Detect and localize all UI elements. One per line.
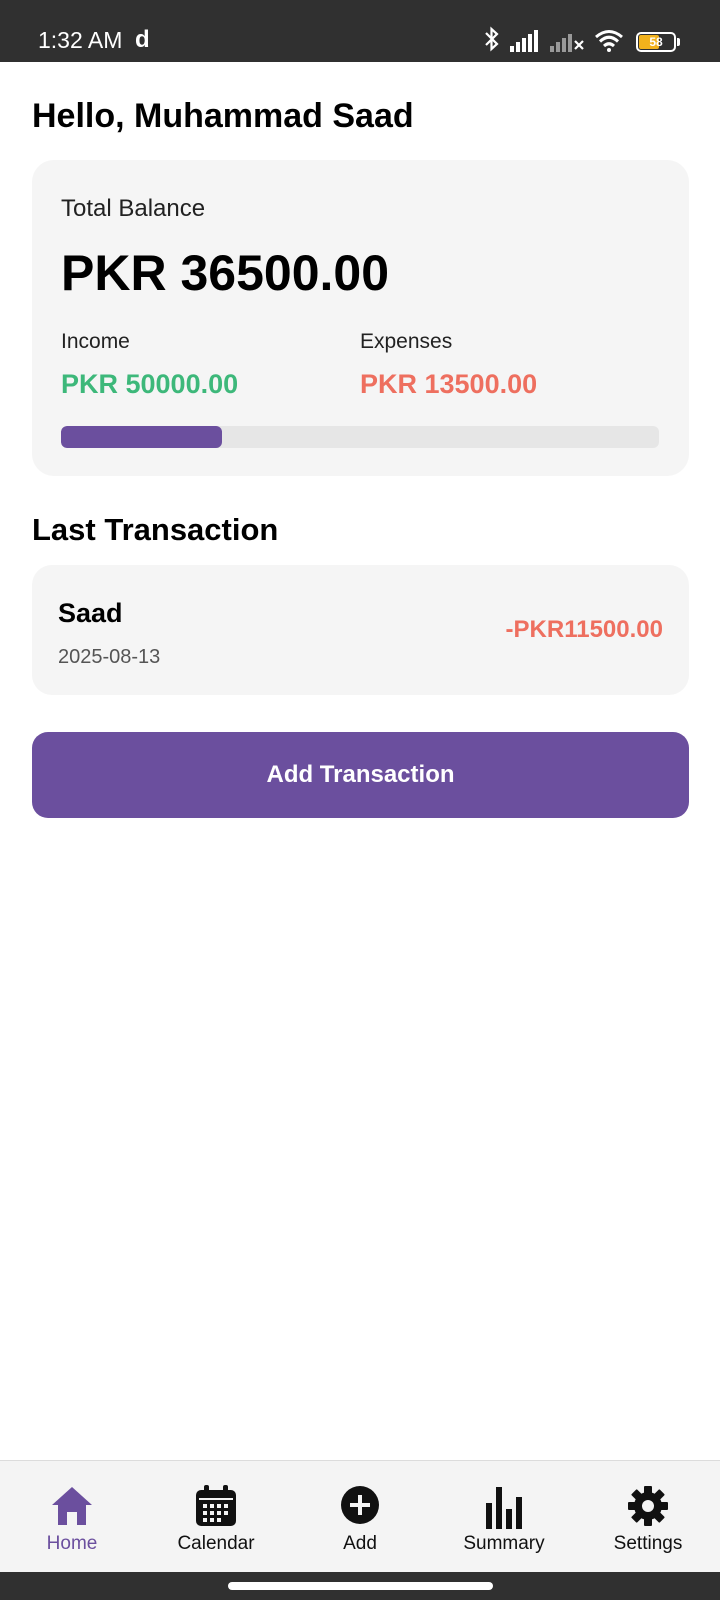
greeting-title: Hello, Muhammad Saad [32,97,414,135]
bottom-nav: Home Calendar Add Summary Settings [0,1460,720,1572]
last-transaction-card[interactable]: Saad 2025-08-13 -PKR11500.00 [32,565,689,695]
battery-icon: 58 [636,32,676,52]
nav-item-settings[interactable]: Settings [576,1461,720,1573]
balance-card: Total Balance PKR 36500.00 Income PKR 50… [32,160,689,476]
income-amount: PKR 50000.00 [61,369,239,399]
wifi-icon [595,30,623,52]
nav-label-home: Home [46,1533,98,1554]
gesture-handle[interactable] [228,1582,493,1590]
gesture-bar [0,1572,720,1600]
expense-progress-bar [61,426,659,448]
nav-label-add: Add [343,1533,377,1554]
home-icon [52,1487,92,1525]
last-transaction-heading: Last Transaction [32,512,279,547]
income-label: Income [61,330,130,353]
nav-label-settings: Settings [613,1533,683,1554]
signal-icon [510,30,538,52]
status-notification-glyph: d [135,26,150,53]
nav-label-calendar: Calendar [177,1533,255,1554]
expenses-amount: PKR 13500.00 [360,369,538,399]
nav-item-home[interactable]: Home [0,1461,144,1573]
status-time: 1:32 AM [38,27,123,53]
nav-item-summary[interactable]: Summary [432,1461,576,1573]
transaction-date: 2025-08-13 [58,646,161,668]
expense-progress-fill [61,426,223,448]
bluetooth-icon [485,26,499,52]
total-balance-amount: PKR 36500.00 [61,245,390,301]
nav-item-add[interactable]: Add [288,1461,432,1573]
status-bar: 1:32 AM d 58 [0,0,720,62]
battery-cap [677,38,680,46]
expenses-label: Expenses [360,330,453,353]
add-transaction-button[interactable]: Add Transaction [32,732,689,818]
bar-chart-icon [486,1487,522,1529]
transaction-amount: -PKR11500.00 [505,616,663,643]
signal-no-service-icon [550,34,584,52]
total-balance-label: Total Balance [61,195,206,222]
transaction-name: Saad [58,598,123,628]
nav-item-calendar[interactable]: Calendar [144,1461,288,1573]
gear-icon [628,1486,668,1526]
add-circle-icon [341,1486,379,1524]
battery-level-text: 58 [649,35,663,49]
calendar-icon [196,1485,236,1526]
nav-label-summary: Summary [463,1533,545,1554]
